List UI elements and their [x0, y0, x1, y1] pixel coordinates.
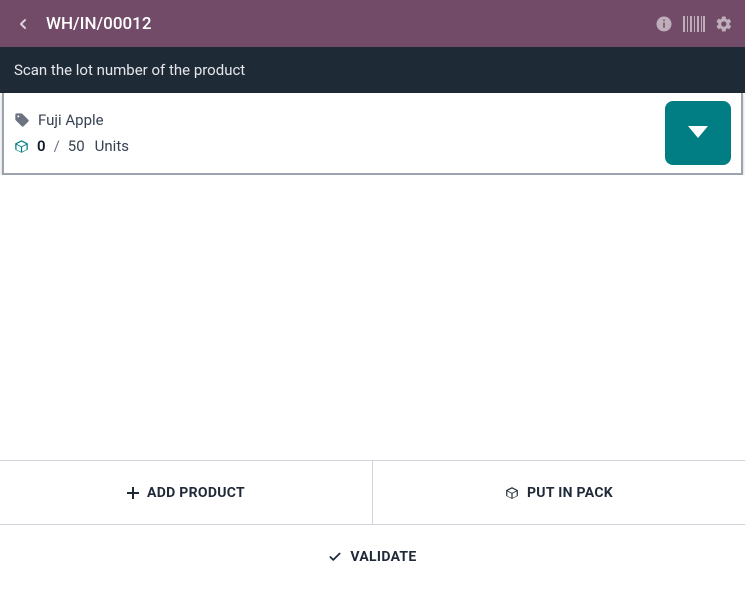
qty-done: 0: [37, 137, 46, 155]
expand-button[interactable]: [665, 101, 731, 165]
product-info: Fuji Apple 0 / 50 Units: [14, 111, 655, 155]
barcode-icon: [683, 16, 705, 32]
product-row[interactable]: Fuji Apple 0 / 50 Units: [4, 93, 741, 173]
empty-area: [0, 175, 745, 460]
settings-button[interactable]: [715, 15, 733, 33]
info-icon: [655, 15, 673, 33]
put-in-pack-button[interactable]: PUT IN PACK: [372, 461, 745, 524]
product-name: Fuji Apple: [38, 111, 104, 129]
info-button[interactable]: [655, 15, 673, 33]
validate-label: VALIDATE: [350, 549, 416, 565]
qty-separator: /: [54, 137, 60, 155]
product-list: Fuji Apple 0 / 50 Units: [2, 93, 743, 175]
package-icon: [14, 139, 29, 154]
action-bar: ADD PRODUCT PUT IN PACK: [0, 460, 745, 524]
app-header: WH/IN/00012: [0, 0, 745, 47]
barcode-button[interactable]: [683, 16, 705, 32]
tag-icon: [14, 112, 30, 128]
add-product-button[interactable]: ADD PRODUCT: [0, 461, 372, 524]
chevron-left-icon: [15, 16, 31, 32]
check-icon: [328, 550, 342, 564]
gear-icon: [715, 15, 733, 33]
scan-instruction-text: Scan the lot number of the product: [14, 61, 245, 79]
add-product-label: ADD PRODUCT: [147, 485, 245, 501]
uom-label: Units: [95, 137, 129, 155]
scan-instruction-bar: Scan the lot number of the product: [0, 47, 745, 93]
qty-demand: 50: [68, 137, 85, 155]
put-in-pack-label: PUT IN PACK: [527, 485, 613, 501]
package-icon: [505, 486, 519, 500]
back-button[interactable]: [8, 9, 38, 39]
caret-down-icon: [688, 126, 708, 140]
plus-icon: [127, 487, 139, 499]
header-actions: [655, 15, 733, 33]
product-name-line: Fuji Apple: [14, 111, 655, 129]
product-qty-line: 0 / 50 Units: [14, 137, 655, 155]
validate-button[interactable]: VALIDATE: [0, 524, 745, 588]
page-title: WH/IN/00012: [46, 14, 655, 34]
